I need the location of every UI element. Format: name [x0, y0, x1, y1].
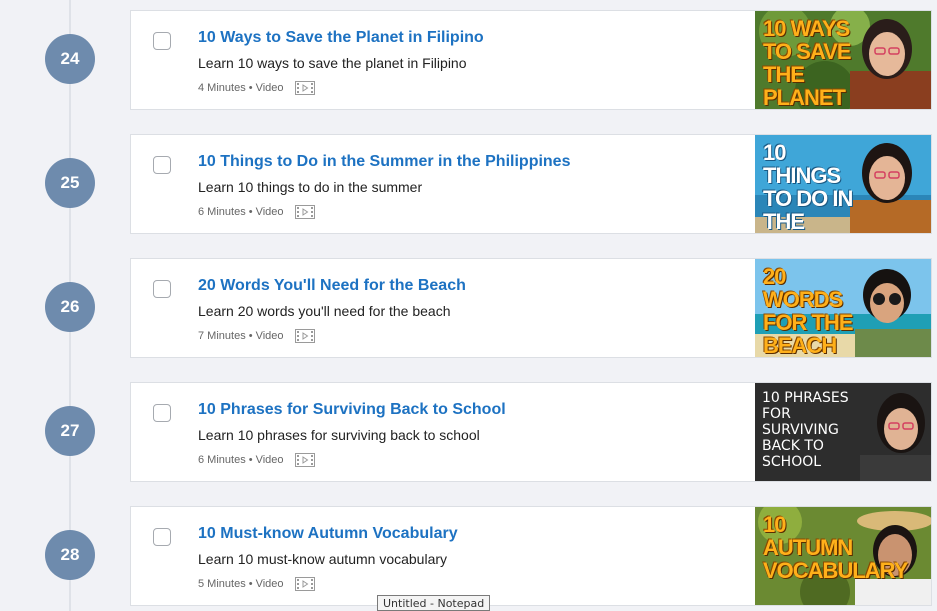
lesson-thumbnail[interactable]: 10 AUTUMN VOCABULARY [755, 507, 931, 605]
lesson-title-link[interactable]: 10 Phrases for Surviving Back to School [198, 401, 506, 419]
thumbnail-text: 10 THINGS TO DO IN THE SUMMER [763, 140, 853, 233]
lesson-item: 26 20 Words You'll Need for the Beach Le… [0, 258, 937, 358]
lesson-meta: 4 Minutes • Video [198, 81, 315, 95]
lesson-duration: 4 Minutes [198, 82, 246, 94]
lesson-type: Video [255, 578, 284, 590]
lesson-complete-checkbox[interactable] [153, 404, 171, 422]
lesson-title-link[interactable]: 10 Things to Do in the Summer in the Phi… [198, 153, 570, 171]
lesson-type: Video [255, 454, 284, 466]
lesson-description: Learn 10 ways to save the planet in Fili… [198, 55, 467, 71]
thumbnail-text: 10 AUTUMN VOCABULARY [763, 512, 908, 583]
lesson-description: Learn 10 must-know autumn vocabulary [198, 551, 448, 567]
lesson-duration: 6 Minutes [198, 454, 246, 466]
video-icon [294, 453, 315, 467]
lesson-thumbnail[interactable]: 10 THINGS TO DO IN THE SUMMER [755, 135, 931, 233]
lesson-duration: 6 Minutes [198, 206, 246, 218]
lesson-number-badge: 26 [45, 282, 95, 332]
lesson-type: Video [255, 206, 284, 218]
lesson-type: Video [255, 330, 284, 342]
lesson-title-link[interactable]: 10 Must-know Autumn Vocabulary [198, 525, 458, 543]
thumbnail-text: 20 WORDS FOR THE BEACH [763, 264, 854, 357]
lesson-thumbnail[interactable]: 10 WAYS TO SAVE THE PLANET [755, 11, 931, 109]
lesson-number-badge: 27 [45, 406, 95, 456]
lesson-complete-checkbox[interactable] [153, 528, 171, 546]
lesson-complete-checkbox[interactable] [153, 156, 171, 174]
lesson-type: Video [255, 82, 284, 94]
video-icon [294, 81, 315, 95]
taskbar-tooltip: Untitled - Notepad [377, 595, 491, 611]
lesson-card[interactable]: 10 Ways to Save the Planet in Filipino L… [130, 10, 932, 110]
lesson-meta: 6 Minutes • Video [198, 453, 315, 467]
lesson-item: 25 10 Things to Do in the Summer in the … [0, 134, 937, 234]
meta-separator: • [248, 578, 253, 590]
lesson-thumbnail[interactable]: 10 PHRASES for Surviving BACK TO SCHOOL [755, 383, 931, 481]
lesson-complete-checkbox[interactable] [153, 32, 171, 50]
lesson-card[interactable]: 10 Phrases for Surviving Back to School … [130, 382, 932, 482]
lesson-title-link[interactable]: 20 Words You'll Need for the Beach [198, 277, 466, 295]
lesson-meta: 6 Minutes • Video [198, 205, 315, 219]
lesson-complete-checkbox[interactable] [153, 280, 171, 298]
lesson-description: Learn 10 phrases for surviving back to s… [198, 427, 480, 443]
video-icon [294, 329, 315, 343]
lesson-number-badge: 28 [45, 530, 95, 580]
lesson-meta: 7 Minutes • Video [198, 329, 315, 343]
meta-separator: • [248, 330, 253, 342]
lesson-item: 27 10 Phrases for Surviving Back to Scho… [0, 382, 937, 482]
lesson-number-badge: 25 [45, 158, 95, 208]
lesson-thumbnail[interactable]: 20 WORDS FOR THE BEACH [755, 259, 931, 357]
lesson-duration: 5 Minutes [198, 578, 246, 590]
lesson-card[interactable]: 20 Words You'll Need for the Beach Learn… [130, 258, 932, 358]
lesson-item: 24 10 Ways to Save the Planet in Filipin… [0, 10, 937, 110]
lesson-description: Learn 20 words you'll need for the beach [198, 303, 451, 319]
meta-separator: • [248, 454, 253, 466]
lesson-card[interactable]: 10 Must-know Autumn Vocabulary Learn 10 … [130, 506, 932, 606]
lesson-number-badge: 24 [45, 34, 95, 84]
lesson-title-link[interactable]: 10 Ways to Save the Planet in Filipino [198, 29, 484, 47]
lesson-description: Learn 10 things to do in the summer [198, 179, 423, 195]
lesson-duration: 7 Minutes [198, 330, 246, 342]
video-icon [294, 577, 315, 591]
thumbnail-text: 10 WAYS TO SAVE THE PLANET [763, 16, 852, 109]
video-icon [294, 205, 315, 219]
lesson-item: 28 10 Must-know Autumn Vocabulary Learn … [0, 506, 937, 606]
lesson-card[interactable]: 10 Things to Do in the Summer in the Phi… [130, 134, 932, 234]
thumbnail-text: 10 PHRASES for Surviving BACK TO SCHOOL [762, 390, 849, 470]
meta-separator: • [248, 206, 253, 218]
lesson-meta: 5 Minutes • Video [198, 577, 315, 591]
meta-separator: • [248, 82, 253, 94]
